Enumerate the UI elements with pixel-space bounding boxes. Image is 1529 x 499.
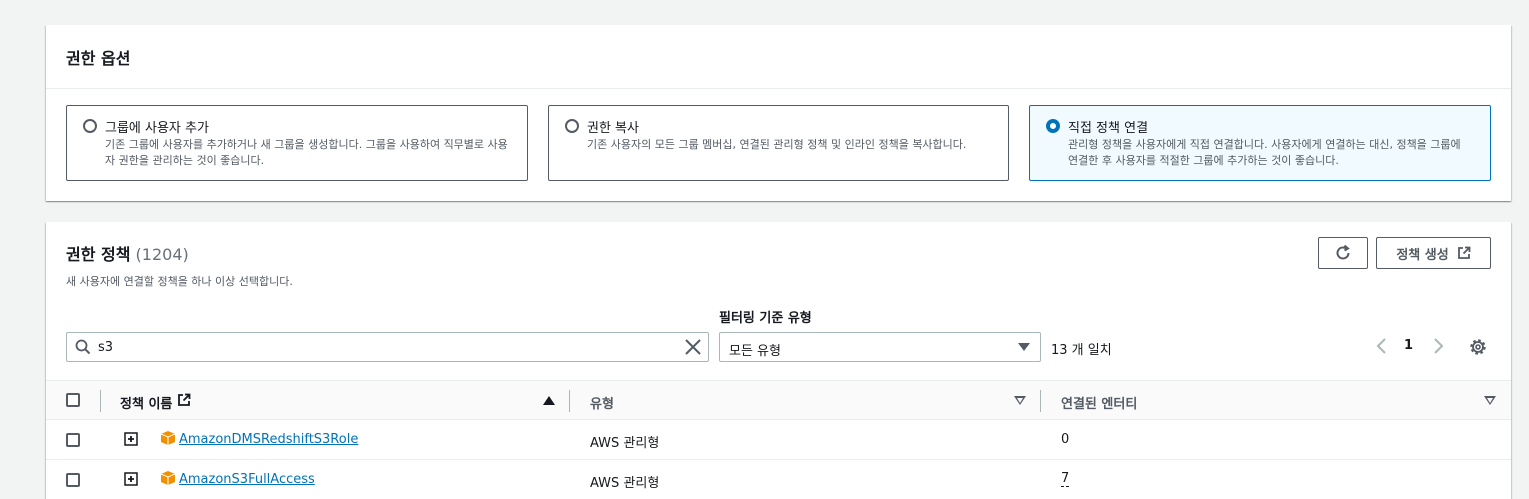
external-link-icon [178, 393, 191, 406]
create-policy-button[interactable]: 정책 생성 [1376, 237, 1491, 269]
radio-button-selected[interactable] [1046, 119, 1060, 133]
search-input[interactable]: s3 [66, 332, 709, 362]
panel-title: 권한 정책 (1204) [66, 241, 189, 265]
filter-type-label: 필터링 기준 유형 [719, 311, 812, 326]
search-value: s3 [98, 340, 114, 355]
filter-type-value: 모든 유형 [729, 344, 781, 359]
policy-icon [160, 471, 176, 485]
page-number[interactable]: 1 [1404, 338, 1413, 353]
option-attach-policies[interactable]: 직접 정책 연결 관리형 정책을 사용자에게 직접 연결합니다. 사용자에게 연… [1029, 105, 1491, 181]
attached-entities[interactable]: 7 [1061, 472, 1070, 487]
option-description: 관리형 정책을 사용자에게 직접 연결합니다. 사용자에게 연결하는 대신, 정… [1068, 138, 1461, 167]
refresh-button[interactable] [1318, 237, 1368, 269]
permission-options-panel: 권한 옵션 그룹에 사용자 추가 기존 그룹에 사용자를 추가하거나 새 그룹을… [46, 25, 1511, 201]
column-header-entities[interactable]: 연결된 엔터티 [1061, 393, 1137, 412]
select-all-checkbox[interactable] [66, 393, 80, 407]
policy-type: AWS 관리형 [590, 476, 660, 491]
panel-header: 권한 옵션 [46, 25, 1511, 89]
option-description: 기존 사용자의 모든 그룹 멤버십, 연결된 관리형 정책 및 인라인 정책을 … [587, 138, 967, 151]
policy-name-link[interactable]: AmazonS3FullAccess [179, 472, 315, 487]
option-copy-permissions[interactable]: 권한 복사 기존 사용자의 모든 그룹 멤버십, 연결된 관리형 정책 및 인라… [548, 105, 1009, 181]
column-divider [100, 390, 101, 412]
chevron-right-icon[interactable] [1429, 337, 1447, 355]
radio-button[interactable] [83, 119, 97, 133]
option-label: 직접 정책 연결 [1068, 121, 1149, 136]
sort-ascending-icon[interactable] [543, 396, 555, 405]
external-link-icon [1457, 246, 1471, 259]
row-checkbox[interactable] [66, 473, 80, 487]
column-divider[interactable] [1040, 390, 1041, 412]
column-header-policy-name[interactable]: 정책 이름 [120, 393, 172, 412]
column-divider[interactable] [569, 390, 570, 412]
table-row: AmazonS3FullAccess AWS 관리형 7 [46, 460, 1511, 499]
gear-icon[interactable] [1468, 337, 1488, 357]
filter-type-select[interactable]: 모든 유형 [719, 332, 1041, 362]
option-description: 기존 그룹에 사용자를 추가하거나 새 그룹을 생성합니다. 그룹을 사용하여 … [105, 138, 508, 167]
option-label: 권한 복사 [587, 121, 639, 136]
row-checkbox[interactable] [66, 433, 80, 447]
policy-type: AWS 관리형 [590, 436, 660, 451]
attached-entities: 0 [1061, 432, 1070, 447]
match-count: 13 개 일치 [1051, 343, 1112, 358]
policies-title: 권한 정책 [66, 245, 131, 264]
column-header-type[interactable]: 유형 [590, 393, 614, 412]
expand-icon[interactable] [124, 472, 138, 486]
table-row: AmazonDMSRedshiftS3Role AWS 관리형 0 [46, 420, 1511, 460]
radio-button[interactable] [565, 119, 579, 133]
caret-down-icon [1018, 343, 1030, 351]
chevron-left-icon[interactable] [1373, 337, 1391, 355]
option-add-to-group[interactable]: 그룹에 사용자 추가 기존 그룹에 사용자를 추가하거나 새 그룹을 생성합니다… [66, 105, 528, 181]
refresh-icon [1336, 244, 1350, 260]
clear-icon[interactable] [684, 338, 702, 356]
search-icon [75, 339, 91, 355]
expand-icon[interactable] [124, 432, 138, 446]
sort-icon[interactable] [1014, 396, 1026, 405]
policy-icon [160, 431, 176, 445]
table-header: 정책 이름 유형 연결된 엔터티 [46, 380, 1511, 420]
permission-policies-panel: 권한 정책 (1204) 새 사용자에 연결할 정책을 하나 이상 선택합니다.… [46, 222, 1511, 499]
panel-description: 새 사용자에 연결할 정책을 하나 이상 선택합니다. [66, 275, 293, 288]
option-label: 그룹에 사용자 추가 [105, 121, 209, 136]
panel-title: 권한 옵션 [66, 49, 131, 68]
policy-name-link[interactable]: AmazonDMSRedshiftS3Role [179, 432, 358, 447]
policies-count: (1204) [135, 245, 189, 264]
sort-icon[interactable] [1484, 396, 1496, 405]
create-policy-label: 정책 생성 [1396, 247, 1449, 263]
